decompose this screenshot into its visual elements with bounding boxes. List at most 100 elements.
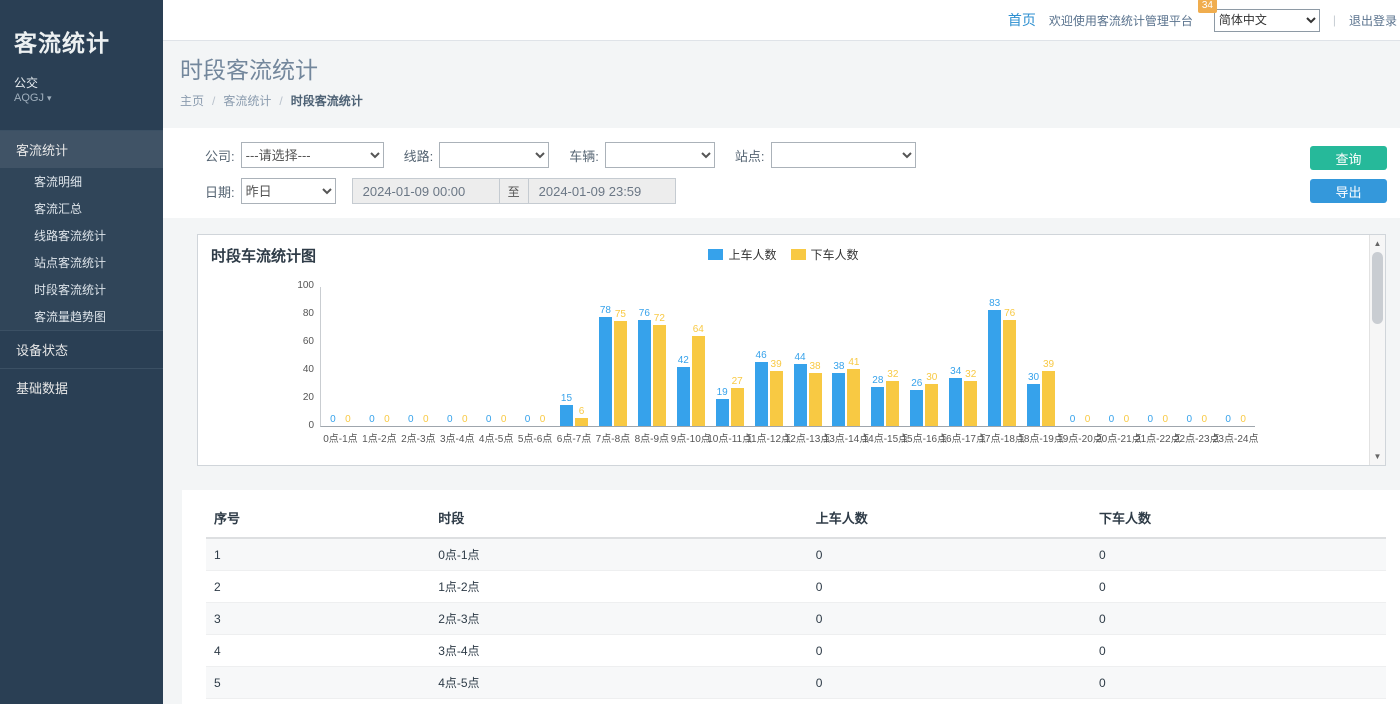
table-cell: 0 bbox=[808, 635, 1091, 667]
breadcrumb-home[interactable]: 主页 bbox=[180, 92, 204, 109]
bar-value-label: 6 bbox=[579, 406, 585, 417]
table-cell: 0 bbox=[1091, 603, 1386, 635]
company-select[interactable]: ---请选择--- bbox=[241, 142, 384, 168]
bar-wrap: 15 bbox=[560, 393, 573, 426]
scroll-up-icon[interactable]: ▲ bbox=[1370, 239, 1385, 248]
sidebar-item[interactable]: 站点客流统计 bbox=[0, 249, 163, 276]
legend-item[interactable]: 上车人数 bbox=[708, 246, 776, 263]
bar-wrap: 0 bbox=[1198, 414, 1211, 426]
bar-group: 303918点-19点 bbox=[1022, 286, 1061, 426]
scroll-down-icon[interactable]: ▼ bbox=[1370, 452, 1385, 461]
date-preset-select[interactable]: 昨日 bbox=[241, 178, 336, 204]
bar bbox=[964, 381, 977, 426]
language-select-wrap: 34 简体中文 bbox=[1214, 9, 1320, 32]
bar bbox=[847, 369, 860, 426]
bar bbox=[886, 381, 899, 426]
breadcrumb-section[interactable]: 客流统计 bbox=[223, 92, 271, 109]
bar-group: 283214点-15点 bbox=[866, 286, 905, 426]
sidebar-section-header[interactable]: 设备状态 bbox=[0, 331, 163, 368]
table-cell: 4点-5点 bbox=[430, 667, 808, 699]
bar-wrap: 0 bbox=[1159, 414, 1172, 426]
y-axis-tick: 80 bbox=[303, 308, 314, 319]
bar bbox=[560, 405, 573, 426]
bar-value-label: 0 bbox=[1186, 414, 1192, 425]
bar-value-label: 39 bbox=[1043, 359, 1054, 370]
bar-value-label: 0 bbox=[1124, 414, 1130, 425]
bar-wrap: 30 bbox=[1027, 372, 1040, 426]
legend-label: 下车人数 bbox=[811, 246, 859, 263]
home-link[interactable]: 首页 bbox=[1008, 10, 1036, 30]
x-axis-label: 8点-9点 bbox=[635, 430, 669, 445]
sidebar-item[interactable]: 客流量趋势图 bbox=[0, 303, 163, 330]
table-row: 43点-4点00 bbox=[206, 635, 1386, 667]
logout-link[interactable]: 退出登录 bbox=[1349, 12, 1397, 29]
scrollbar-thumb[interactable] bbox=[1372, 252, 1383, 324]
bar-wrap: 83 bbox=[988, 298, 1001, 426]
bar-wrap: 32 bbox=[964, 369, 977, 426]
sidebar-section-header[interactable]: 客流统计 bbox=[0, 131, 163, 168]
bar-value-label: 39 bbox=[771, 359, 782, 370]
bar-value-label: 0 bbox=[1148, 414, 1154, 425]
bar-value-label: 0 bbox=[423, 414, 429, 425]
y-axis-tick: 60 bbox=[303, 336, 314, 347]
x-axis-label: 4点-5点 bbox=[479, 430, 513, 445]
bar bbox=[755, 362, 768, 426]
bar bbox=[809, 373, 822, 426]
line-label: 线路: bbox=[404, 146, 434, 165]
date-end-input[interactable] bbox=[528, 178, 676, 204]
bar-wrap: 0 bbox=[404, 414, 417, 426]
bar-value-label: 0 bbox=[1163, 414, 1169, 425]
bar bbox=[575, 418, 588, 426]
bar bbox=[677, 367, 690, 426]
station-select[interactable] bbox=[771, 142, 916, 168]
bar-value-label: 38 bbox=[809, 361, 820, 372]
bar-value-label: 0 bbox=[447, 414, 453, 425]
chart-scrollbar[interactable]: ▲ ▼ bbox=[1369, 235, 1385, 465]
sidebar-item[interactable]: 客流明细 bbox=[0, 168, 163, 195]
bar-value-label: 42 bbox=[678, 355, 689, 366]
bar-wrap: 26 bbox=[910, 378, 923, 426]
bar bbox=[716, 399, 729, 426]
bar-value-label: 0 bbox=[345, 414, 351, 425]
query-button[interactable]: 查询 bbox=[1310, 146, 1387, 170]
bar-group: 0023点-24点 bbox=[1216, 286, 1255, 426]
line-select[interactable] bbox=[439, 142, 549, 168]
language-select[interactable]: 简体中文 bbox=[1214, 9, 1320, 32]
bar-group: 463911点-12点 bbox=[749, 286, 788, 426]
date-start-input[interactable] bbox=[352, 178, 500, 204]
bar-wrap: 0 bbox=[365, 414, 378, 426]
legend-swatch bbox=[708, 249, 723, 260]
table-cell: 4 bbox=[206, 635, 430, 667]
bar-wrap: 0 bbox=[1120, 414, 1133, 426]
sidebar-item[interactable]: 线路客流统计 bbox=[0, 222, 163, 249]
sidebar-menu: 客流统计客流明细客流汇总线路客流统计站点客流统计时段客流统计客流量趋势图设备状态… bbox=[0, 130, 163, 406]
sidebar-item[interactable]: 时段客流统计 bbox=[0, 276, 163, 303]
table-cell: 3 bbox=[206, 603, 430, 635]
date-label: 日期: bbox=[205, 182, 235, 201]
bar-value-label: 0 bbox=[384, 414, 390, 425]
notification-badge: 34 bbox=[1198, 0, 1217, 13]
org-code-dropdown[interactable]: AQGJ ▾ bbox=[14, 92, 149, 104]
bar-wrap: 44 bbox=[794, 352, 807, 426]
bar-group: 002点-3点 bbox=[399, 286, 438, 426]
bar-wrap: 72 bbox=[653, 313, 666, 426]
table-cell: 0 bbox=[1091, 699, 1386, 704]
bar-group: 263015点-16点 bbox=[905, 286, 944, 426]
x-axis-label: 1点-2点 bbox=[362, 430, 396, 445]
company-label: 公司: bbox=[205, 146, 235, 165]
table-cell: 5 bbox=[206, 667, 430, 699]
bar-value-label: 0 bbox=[1085, 414, 1091, 425]
bar-value-label: 72 bbox=[654, 313, 665, 324]
bar bbox=[949, 378, 962, 426]
bar-value-label: 76 bbox=[639, 308, 650, 319]
export-button[interactable]: 导出 bbox=[1310, 179, 1387, 203]
bar-value-label: 0 bbox=[330, 414, 336, 425]
bar bbox=[925, 384, 938, 426]
vehicle-select[interactable] bbox=[605, 142, 715, 168]
bar-value-label: 76 bbox=[1004, 308, 1015, 319]
legend-item[interactable]: 下车人数 bbox=[791, 246, 859, 263]
bar-wrap: 46 bbox=[755, 350, 768, 426]
sidebar-item[interactable]: 客流汇总 bbox=[0, 195, 163, 222]
bar bbox=[1003, 320, 1016, 426]
sidebar-section-header[interactable]: 基础数据 bbox=[0, 369, 163, 406]
